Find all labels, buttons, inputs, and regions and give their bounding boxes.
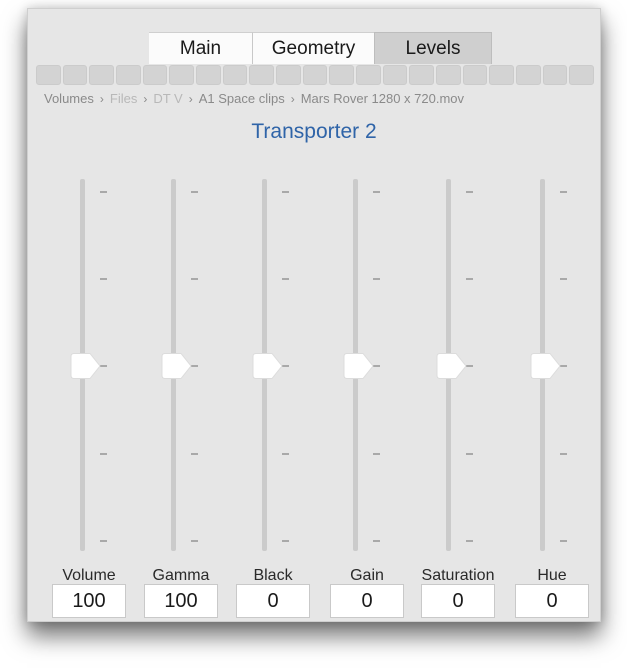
tab-bar: Main Geometry Levels	[149, 32, 492, 64]
slider-thumb[interactable]	[343, 352, 379, 379]
strip-segment	[409, 65, 435, 85]
slider-black[interactable]	[252, 179, 322, 551]
slider-thumb[interactable]	[530, 352, 566, 379]
tick-mark	[282, 540, 289, 542]
tick-mark	[560, 453, 567, 455]
tick-mark	[282, 191, 289, 193]
strip-segment	[516, 65, 541, 85]
slider-gain[interactable]	[343, 179, 413, 551]
strip-segment	[329, 65, 355, 85]
tick-mark	[466, 453, 473, 455]
tick-mark	[466, 278, 473, 280]
strip-segment	[116, 65, 141, 85]
tick-mark	[100, 278, 107, 280]
tick-mark	[191, 278, 198, 280]
slider-label-gamma: Gamma	[152, 567, 210, 584]
tick-mark	[560, 540, 567, 542]
segmented-strip	[36, 65, 595, 85]
tick-mark	[373, 278, 380, 280]
value-field-volume[interactable]	[52, 584, 126, 618]
chevron-right-icon: ›	[143, 91, 148, 106]
strip-segment	[169, 65, 195, 85]
slider-saturation[interactable]	[436, 179, 506, 551]
value-field-saturation[interactable]	[421, 584, 495, 618]
value-field-gamma[interactable]	[144, 584, 218, 618]
panel-title: Transporter 2	[251, 120, 377, 143]
strip-segment	[302, 65, 328, 85]
slider-thumb[interactable]	[436, 352, 472, 379]
slider-label-black: Black	[253, 567, 293, 584]
strip-segment	[249, 65, 275, 85]
chevron-right-icon: ›	[290, 91, 295, 106]
breadcrumb-item-files[interactable]: Files	[110, 91, 137, 106]
breadcrumb: Volumes › Files › DT V › A1 Space clips …	[44, 91, 594, 106]
strip-segment	[89, 65, 115, 85]
chevron-right-icon: ›	[99, 91, 104, 106]
tick-mark	[100, 453, 107, 455]
levels-window: Main Geometry Levels Volumes › Files › D…	[27, 8, 601, 622]
tick-mark	[191, 540, 198, 542]
strip-segment	[36, 65, 61, 85]
value-field-gain[interactable]	[330, 584, 404, 618]
value-field-black[interactable]	[236, 584, 310, 618]
tab-levels[interactable]: Levels	[374, 32, 492, 64]
strip-segment	[222, 65, 248, 85]
tick-mark	[560, 278, 567, 280]
tick-mark	[560, 191, 567, 193]
slider-gamma[interactable]	[161, 179, 231, 551]
tick-mark	[191, 453, 198, 455]
strip-segment	[462, 65, 488, 85]
tick-mark	[373, 191, 380, 193]
strip-segment	[542, 65, 568, 85]
strip-segment	[196, 65, 221, 85]
strip-segment	[142, 65, 168, 85]
tick-mark	[373, 453, 380, 455]
tick-mark	[191, 191, 198, 193]
strip-segment	[436, 65, 461, 85]
breadcrumb-item-file[interactable]: Mars Rover 1280 x 720.mov	[301, 91, 464, 106]
strip-segment	[62, 65, 88, 85]
tick-mark	[282, 278, 289, 280]
breadcrumb-item-space-clips[interactable]: A1 Space clips	[199, 91, 285, 106]
value-field-hue[interactable]	[515, 584, 589, 618]
slider-label-saturation: Saturation	[421, 567, 495, 584]
tick-mark	[466, 191, 473, 193]
breadcrumb-item-volumes[interactable]: Volumes	[44, 91, 94, 106]
strip-segment	[356, 65, 381, 85]
slider-thumb[interactable]	[161, 352, 197, 379]
tick-mark	[373, 540, 380, 542]
slider-volume[interactable]	[70, 179, 140, 551]
tick-mark	[100, 191, 107, 193]
slider-label-volume: Volume	[62, 567, 116, 584]
chevron-right-icon: ›	[188, 91, 193, 106]
strip-segment	[569, 65, 595, 85]
tab-geometry[interactable]: Geometry	[253, 32, 374, 64]
tick-mark	[282, 453, 289, 455]
strip-segment	[382, 65, 408, 85]
breadcrumb-item-dt[interactable]: DT V	[153, 91, 182, 106]
strip-segment	[489, 65, 515, 85]
slider-label-hue: Hue	[537, 567, 567, 584]
tick-mark	[100, 540, 107, 542]
strip-segment	[276, 65, 301, 85]
tab-main[interactable]: Main	[149, 32, 253, 64]
slider-label-gain: Gain	[350, 567, 384, 584]
tick-mark	[466, 540, 473, 542]
slider-hue[interactable]	[530, 179, 600, 551]
slider-thumb[interactable]	[70, 352, 106, 379]
slider-thumb[interactable]	[252, 352, 288, 379]
